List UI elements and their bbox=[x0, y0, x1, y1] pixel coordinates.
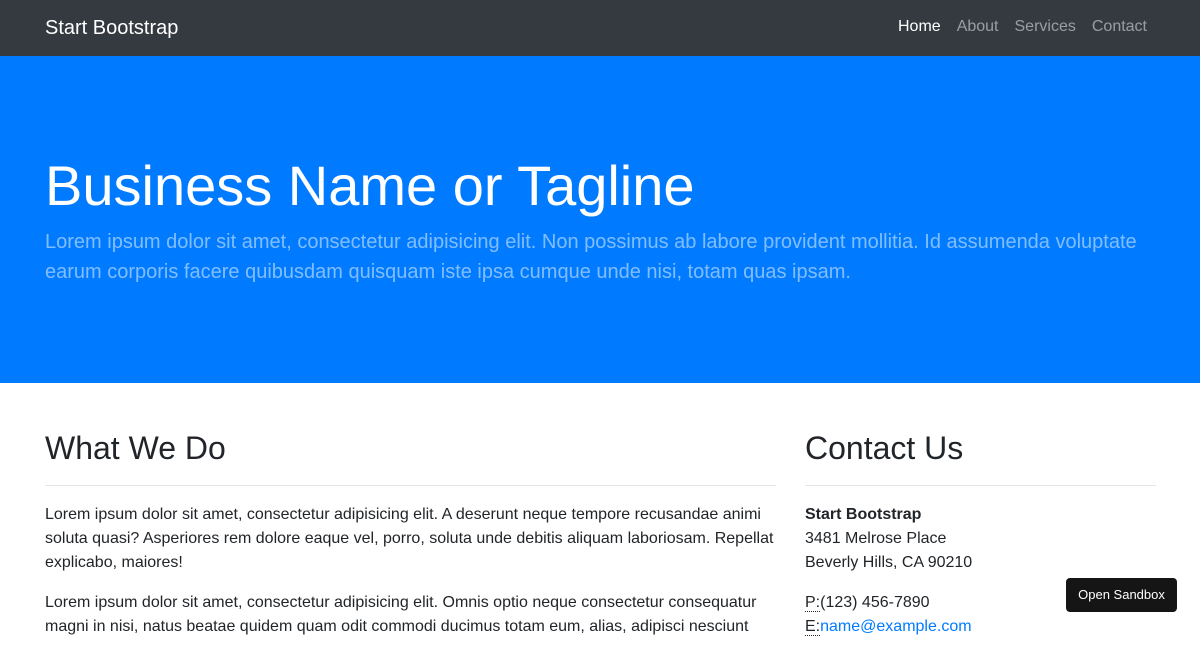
what-we-do-title: What We Do bbox=[45, 430, 226, 466]
contact-street: 3481 Melrose Place bbox=[805, 530, 947, 547]
contact-email-link[interactable]: name@example.com bbox=[820, 618, 971, 635]
nav-links: Home About Services Contact bbox=[898, 17, 1147, 37]
section-divider bbox=[45, 485, 776, 486]
contact-email-row: E:name@example.com bbox=[805, 615, 1156, 639]
contact-address: Start Bootstrap 3481 Melrose Place Bever… bbox=[805, 503, 1156, 575]
phone-abbr: P: bbox=[805, 594, 821, 612]
contact-title: Contact Us bbox=[805, 430, 964, 466]
nav-link-services[interactable]: Services bbox=[1015, 17, 1076, 37]
hero-banner: Business Name or Tagline Lorem ipsum dol… bbox=[0, 56, 1200, 383]
contact-city: Beverly Hills, CA 90210 bbox=[805, 554, 973, 571]
what-we-do-section: What We Do Lorem ipsum dolor sit amet, c… bbox=[45, 428, 776, 655]
hero-title: Business Name or Tagline bbox=[45, 154, 695, 217]
navbar-brand[interactable]: Start Bootstrap bbox=[45, 16, 178, 40]
what-we-do-paragraph-2: Lorem ipsum dolor sit amet, consectetur … bbox=[45, 594, 757, 635]
what-we-do-paragraph-1: Lorem ipsum dolor sit amet, consectetur … bbox=[45, 506, 774, 571]
nav-link-about[interactable]: About bbox=[957, 17, 999, 37]
navbar: Start Bootstrap Home About Services Cont… bbox=[0, 0, 1200, 56]
open-sandbox-button[interactable]: Open Sandbox bbox=[1066, 578, 1177, 612]
hero-lead: Lorem ipsum dolor sit amet, consectetur … bbox=[45, 231, 1137, 283]
email-abbr: E: bbox=[805, 618, 821, 636]
nav-link-home[interactable]: Home bbox=[898, 17, 941, 37]
nav-link-contact[interactable]: Contact bbox=[1092, 17, 1147, 37]
contact-section: Contact Us Start Bootstrap 3481 Melrose … bbox=[805, 428, 1156, 655]
contact-phone: (123) 456-7890 bbox=[820, 594, 930, 611]
section-divider bbox=[805, 485, 1156, 486]
contact-company: Start Bootstrap bbox=[805, 506, 922, 523]
